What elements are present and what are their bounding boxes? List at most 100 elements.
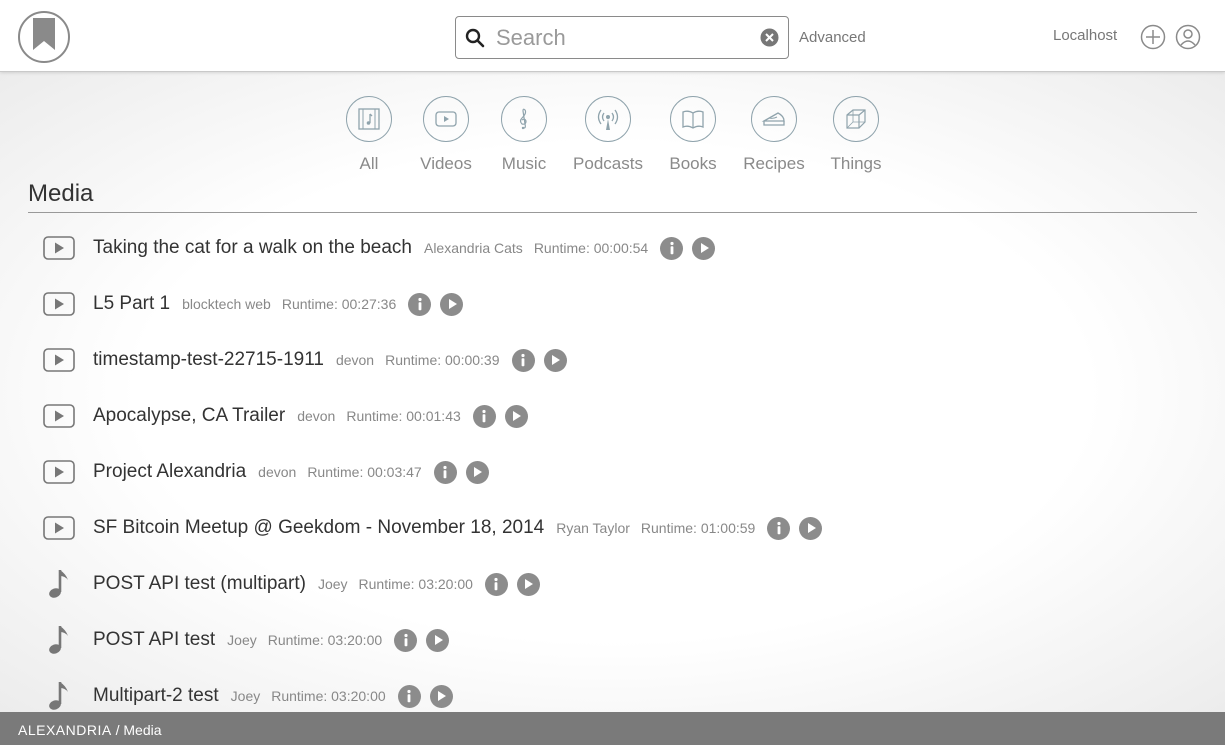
- info-icon: [777, 521, 781, 535]
- info-button[interactable]: [472, 404, 496, 428]
- play-button[interactable]: [543, 348, 567, 372]
- info-button[interactable]: [484, 572, 508, 596]
- media-runtime: Runtime: 03:20:00: [271, 688, 386, 704]
- media-title[interactable]: SF Bitcoin Meetup @ Geekdom - November 1…: [93, 517, 544, 539]
- footer-separator: /: [111, 722, 124, 738]
- search-icon: [465, 28, 485, 48]
- footer-breadcrumb: ALEXANDRIA / Media: [0, 712, 1225, 745]
- play-button[interactable]: [504, 404, 528, 428]
- pie-slice-icon: [761, 112, 785, 126]
- cube-icon: [846, 109, 866, 129]
- play-icon: [474, 467, 483, 477]
- open-book-icon: [682, 110, 704, 129]
- info-icon: [670, 241, 674, 255]
- info-button[interactable]: [394, 628, 418, 652]
- footer-page: Media: [123, 722, 162, 738]
- category-all-label: All: [359, 154, 379, 173]
- bookmark-logo-icon[interactable]: [17, 10, 71, 64]
- info-icon: [482, 409, 486, 423]
- media-title[interactable]: POST API test (multipart): [93, 573, 306, 595]
- clear-search-icon[interactable]: [760, 28, 779, 47]
- media-title[interactable]: Taking the cat for a walk on the beach: [93, 237, 412, 259]
- media-author: devon: [258, 464, 297, 480]
- category-videos[interactable]: Videos: [406, 96, 486, 174]
- info-icon: [494, 577, 499, 591]
- media-author: devon: [297, 408, 336, 424]
- media-row: POST API test Joey Runtime: 03:20:00: [0, 612, 1225, 668]
- media-row: Taking the cat for a walk on the beach A…: [0, 220, 1225, 276]
- footer-brand[interactable]: ALEXANDRIA: [18, 722, 112, 738]
- media-runtime: Runtime: 00:00:39: [385, 352, 500, 368]
- play-button[interactable]: [429, 684, 453, 708]
- host-label[interactable]: Localhost: [1053, 27, 1117, 44]
- media-author: devon: [335, 352, 375, 368]
- play-button[interactable]: [426, 628, 450, 652]
- user-icon[interactable]: [1175, 24, 1201, 50]
- media-title[interactable]: Apocalypse, CA Trailer: [93, 405, 285, 427]
- category-all[interactable]: All: [329, 96, 409, 174]
- category-books[interactable]: Books: [653, 96, 733, 174]
- film-music-icon: [358, 108, 380, 130]
- info-button[interactable]: [767, 516, 791, 540]
- media-author: Joey: [317, 576, 348, 592]
- media-title[interactable]: timestamp-test-22715-1911: [93, 349, 324, 371]
- section-title: Media: [28, 180, 94, 207]
- media-row: Project Alexandria devon Runtime: 00:03:…: [0, 444, 1225, 500]
- video-type-icon: [43, 348, 75, 372]
- media-list: Taking the cat for a walk on the beach A…: [0, 220, 1225, 724]
- media-title[interactable]: POST API test: [93, 629, 215, 651]
- media-author: Ryan Taylor: [556, 520, 630, 536]
- music-note-icon: [49, 570, 68, 598]
- play-button[interactable]: [465, 460, 489, 484]
- category-things[interactable]: Things: [816, 96, 896, 174]
- category-music[interactable]: Music: [484, 96, 564, 174]
- play-icon: [438, 691, 447, 701]
- advanced-search-link[interactable]: Advanced: [799, 29, 866, 46]
- category-recipes[interactable]: Recipes: [734, 96, 814, 174]
- podcast-antenna-icon: [597, 109, 619, 130]
- section-divider: [28, 212, 1197, 213]
- main-content: All Videos Music Podcasts Books Recipes …: [0, 72, 1225, 712]
- play-icon: [448, 299, 457, 309]
- play-button[interactable]: [440, 292, 464, 316]
- top-bar: Advanced Localhost: [0, 0, 1225, 72]
- media-runtime: Runtime: 01:00:59: [640, 520, 756, 536]
- youtube-play-icon: [435, 111, 457, 127]
- search-input[interactable]: [496, 23, 746, 53]
- media-runtime: Runtime: 00:00:54: [533, 240, 649, 256]
- search-box[interactable]: [455, 16, 789, 59]
- media-author: blocktech web: [182, 296, 271, 312]
- play-button[interactable]: [516, 572, 540, 596]
- video-type-icon: [43, 236, 75, 260]
- info-button[interactable]: [660, 236, 684, 260]
- info-button[interactable]: [511, 348, 535, 372]
- info-icon: [521, 353, 525, 367]
- category-podcasts[interactable]: Podcasts: [568, 96, 648, 174]
- info-button[interactable]: [397, 684, 421, 708]
- media-row: SF Bitcoin Meetup @ Geekdom - November 1…: [0, 500, 1225, 556]
- category-recipes-label: Recipes: [743, 154, 805, 173]
- info-icon: [443, 465, 447, 479]
- info-icon: [407, 689, 411, 703]
- music-note-icon: [49, 626, 68, 654]
- play-icon: [525, 579, 534, 589]
- media-author: Alexandria Cats: [423, 240, 523, 256]
- add-icon[interactable]: [1140, 24, 1166, 50]
- media-row: L5 Part 1 blocktech web Runtime: 00:27:3…: [0, 276, 1225, 332]
- play-button[interactable]: [692, 236, 716, 260]
- info-button[interactable]: [408, 292, 432, 316]
- music-note-icon: [49, 682, 68, 710]
- category-things-label: Things: [830, 154, 882, 173]
- media-title[interactable]: L5 Part 1: [93, 293, 170, 315]
- media-row: timestamp-test-22715-1911 devon Runtime:…: [0, 332, 1225, 388]
- media-title[interactable]: Project Alexandria: [93, 461, 246, 483]
- info-icon: [418, 297, 422, 311]
- category-videos-label: Videos: [420, 154, 472, 173]
- play-button[interactable]: [799, 516, 823, 540]
- info-button[interactable]: [433, 460, 457, 484]
- media-title[interactable]: Multipart-2 test: [93, 685, 219, 707]
- play-icon: [700, 243, 709, 253]
- play-icon: [807, 523, 816, 533]
- video-type-icon: [43, 404, 75, 428]
- media-row: Apocalypse, CA Trailer devon Runtime: 00…: [0, 388, 1225, 444]
